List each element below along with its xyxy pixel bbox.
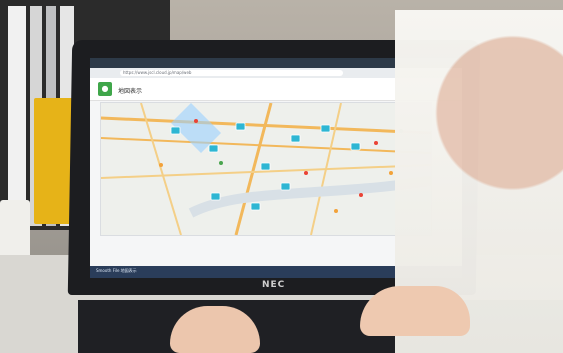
laptop-brand-logo: NEC: [262, 280, 286, 290]
right-hand: [360, 286, 470, 336]
tab[interactable]: [152, 59, 204, 67]
app-title: 地図表示: [118, 88, 143, 95]
map-canvas[interactable]: [100, 102, 432, 236]
tab[interactable]: [96, 59, 148, 67]
taskbar-item[interactable]: Smooth File 地図表示: [96, 268, 137, 274]
url-field[interactable]: https://www.jscl.cloud.jp/map/web: [120, 70, 343, 76]
tab[interactable]: [264, 59, 316, 67]
tab[interactable]: [320, 59, 372, 67]
mug: [0, 200, 30, 260]
map-svg: [101, 103, 431, 235]
tab[interactable]: [208, 59, 260, 67]
photo-scene: https://www.jscl.cloud.jp/map/web ● 地図表示…: [0, 0, 563, 353]
app-icon: ●: [98, 82, 112, 96]
